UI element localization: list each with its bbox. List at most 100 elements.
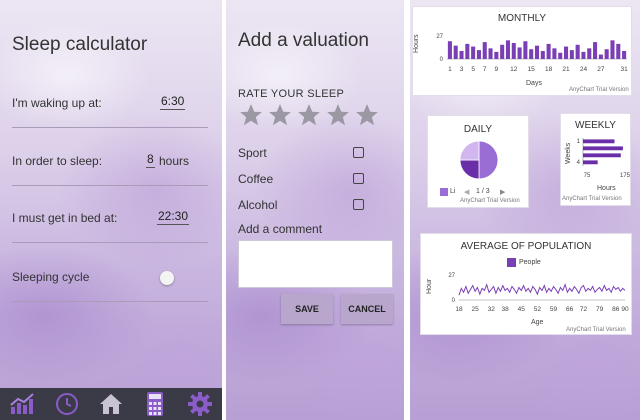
- home-icon[interactable]: [96, 390, 126, 418]
- star-rating: [238, 102, 380, 128]
- bar: [583, 146, 623, 151]
- x-tick-label: 9: [495, 66, 499, 73]
- bar: [583, 153, 621, 158]
- x-tick-label: 79: [596, 306, 604, 313]
- y-tick-label: 4: [577, 160, 581, 166]
- bar: [482, 42, 487, 59]
- series-line: [458, 283, 626, 296]
- pager-next-icon[interactable]: ▶: [500, 188, 505, 196]
- bar: [564, 46, 569, 59]
- x-tick-label: 59: [550, 306, 558, 313]
- x-tick-label: 12: [510, 66, 518, 73]
- pie-slice: [459, 159, 480, 180]
- bar: [500, 44, 505, 59]
- bar: [534, 45, 540, 59]
- bed-time-row: I must get in bed at: 22:30: [12, 203, 208, 243]
- y-tick-label: 1: [577, 139, 581, 145]
- bar: [488, 48, 493, 59]
- wake-time-input[interactable]: 6:30: [160, 94, 186, 110]
- bar: [459, 51, 464, 59]
- bar: [622, 51, 627, 59]
- legend-swatch: [440, 188, 448, 196]
- cancel-button[interactable]: CANCEL: [341, 294, 393, 324]
- x-tick-label: 21: [562, 66, 570, 73]
- star-icon[interactable]: [267, 102, 293, 128]
- star-icon[interactable]: [325, 102, 351, 128]
- chart-credit: AnyChart Trial Version: [460, 198, 520, 204]
- bar: [476, 50, 481, 59]
- pie-slice: [478, 140, 499, 180]
- sleep-cycle-toggle[interactable]: [160, 271, 174, 285]
- x-tick-label: 18: [455, 306, 463, 313]
- bar: [511, 43, 516, 59]
- x-tick-label: 18: [545, 66, 553, 73]
- gear-icon[interactable]: [185, 390, 215, 418]
- x-axis-label: Age: [531, 319, 544, 326]
- x-tick-label: 90: [621, 306, 629, 313]
- save-button[interactable]: SAVE: [281, 294, 333, 324]
- star-icon[interactable]: [238, 102, 264, 128]
- pager-prev-icon[interactable]: ◀: [464, 188, 469, 196]
- x-tick-label: 27: [597, 66, 605, 73]
- x-tick-label: 86: [612, 306, 620, 313]
- comment-textarea[interactable]: [238, 240, 393, 288]
- bar: [447, 41, 452, 59]
- option-sport: Sport: [238, 145, 364, 161]
- x-tick-label: 7: [483, 66, 487, 73]
- y-tick-label: 27: [436, 34, 443, 40]
- page-title: Sleep calculator: [12, 34, 148, 55]
- x-tick-label: 66: [566, 306, 574, 313]
- bar: [540, 51, 545, 59]
- coffee-checkbox[interactable]: [353, 173, 364, 184]
- bottom-nav: [0, 388, 222, 420]
- star-icon[interactable]: [354, 102, 380, 128]
- x-tick-label: 15: [528, 66, 536, 73]
- x-tick-label: 38: [501, 306, 509, 313]
- star-icon[interactable]: [296, 102, 322, 128]
- chart-icon[interactable]: [7, 390, 37, 418]
- bed-time-label: I must get in bed at:: [12, 211, 118, 225]
- comment-label: Add a comment: [238, 222, 323, 236]
- x-tick-label: 24: [580, 66, 588, 73]
- sleep-hours-unit: hours: [159, 154, 190, 168]
- y-tick-label: 0: [440, 57, 444, 63]
- option-label: Coffee: [238, 172, 274, 186]
- rate-sleep-label: RATE YOUR SLEEP: [238, 88, 345, 100]
- sleep-hours-input[interactable]: 8: [146, 152, 155, 168]
- chart-credit: AnyChart Trial Version: [562, 196, 622, 202]
- bar: [616, 43, 621, 59]
- bar: [529, 49, 534, 59]
- clock-icon[interactable]: [52, 390, 82, 418]
- sport-checkbox[interactable]: [353, 147, 364, 158]
- x-tick-label: 3: [460, 66, 464, 73]
- bar: [583, 160, 598, 165]
- bar: [581, 51, 586, 59]
- bed-time-input[interactable]: 22:30: [157, 209, 190, 225]
- valuation-screen: Add a valuation RATE YOUR SLEEP Sport Co…: [226, 0, 404, 420]
- bar: [583, 139, 615, 144]
- x-tick-label: 72: [580, 306, 588, 313]
- wake-row: I'm waking up at: 6:30: [12, 88, 208, 128]
- bar: [587, 48, 592, 59]
- pie-slice: [459, 140, 480, 161]
- bar: [598, 54, 603, 59]
- population-chart-card: AVERAGE OF POPULATION People 27 0 18 25 32 38…: [420, 233, 632, 335]
- monthly-chart: 27 01 3 5 7 9 12 15 18 21 24 27 31: [436, 34, 628, 73]
- x-tick-label: 75: [584, 173, 591, 179]
- bar: [552, 48, 557, 59]
- x-tick-label: 32: [488, 306, 496, 313]
- bar: [471, 46, 476, 59]
- option-label: Alcohol: [238, 198, 278, 212]
- calculator-icon[interactable]: [140, 390, 170, 418]
- x-tick-label: 5: [471, 66, 475, 73]
- bar: [604, 49, 609, 59]
- statistics-screen: MONTHLY 27 0 1 3 5 7 9 12 15 18 21 24 27 31 Hours Day…: [410, 0, 640, 420]
- alcohol-checkbox[interactable]: [353, 199, 364, 210]
- y-axis-label: Weeks: [565, 142, 572, 164]
- pager-label: 1 / 3: [476, 188, 490, 195]
- x-axis-label: Hours: [597, 185, 616, 192]
- x-tick-label: 45: [518, 306, 526, 313]
- bar: [517, 47, 522, 59]
- bar: [465, 43, 470, 59]
- chart-credit: AnyChart Trial Version: [569, 87, 629, 93]
